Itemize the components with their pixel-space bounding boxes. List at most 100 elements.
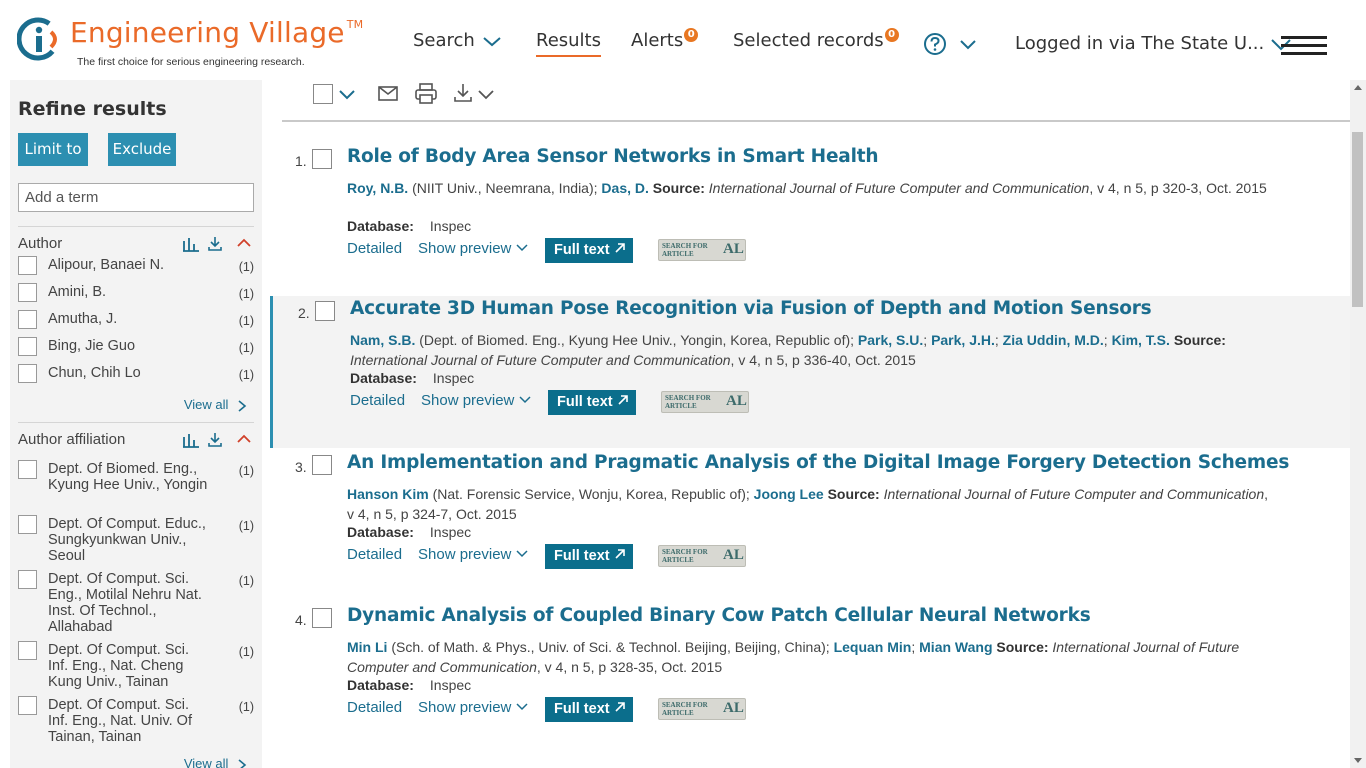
checkbox[interactable] bbox=[18, 310, 37, 329]
scroll-up-icon[interactable] bbox=[1354, 85, 1362, 90]
select-all-checkbox[interactable] bbox=[313, 84, 333, 104]
chevron-up-icon[interactable] bbox=[236, 236, 252, 250]
exclude-button[interactable]: Exclude bbox=[108, 133, 176, 166]
chevron-down-icon bbox=[516, 703, 528, 711]
author-view-all-link[interactable]: View all bbox=[184, 397, 248, 412]
email-icon[interactable] bbox=[377, 82, 399, 104]
chevron-down-icon bbox=[519, 396, 531, 404]
full-text-button[interactable]: Full text bbox=[545, 697, 633, 722]
checkbox[interactable] bbox=[18, 337, 37, 356]
checkbox[interactable] bbox=[18, 364, 37, 383]
journal-name: International Journal of Future Computer… bbox=[883, 486, 1265, 502]
nav-selected-records[interactable]: Selected records 0 bbox=[733, 28, 899, 51]
result-title-link[interactable]: Role of Body Area Sensor Networks in Sma… bbox=[347, 146, 879, 167]
nav-search[interactable]: Search bbox=[413, 30, 503, 51]
results-toolbar bbox=[282, 80, 1350, 122]
chevron-down-icon bbox=[516, 550, 528, 558]
chevron-down-icon bbox=[960, 40, 976, 50]
nav-alerts[interactable]: Alerts 0 bbox=[631, 28, 699, 51]
search-for-article-button[interactable]: SEARCH FOR ARTICLE AL bbox=[661, 391, 749, 413]
result-title-link[interactable]: Dynamic Analysis of Coupled Binary Cow P… bbox=[347, 605, 1091, 626]
result-citation: Roy, N.B. (NIIT Univ., Neemrana, India);… bbox=[347, 180, 1267, 196]
author-link[interactable]: Kim, T.S. bbox=[1112, 332, 1170, 348]
checkbox[interactable] bbox=[18, 570, 37, 589]
affiliation-view-all-link[interactable]: View all bbox=[184, 756, 248, 768]
login-menu[interactable]: Logged in via The State U... bbox=[1015, 33, 1292, 54]
download-icon[interactable] bbox=[207, 236, 223, 252]
checkbox[interactable] bbox=[18, 256, 37, 275]
chevron-down-icon[interactable] bbox=[477, 87, 495, 101]
result-checkbox[interactable] bbox=[315, 301, 335, 321]
full-text-button[interactable]: Full text bbox=[545, 238, 633, 263]
author-link[interactable]: Lequan Min bbox=[834, 639, 912, 655]
help-menu[interactable] bbox=[923, 32, 979, 56]
author-link[interactable]: Roy, N.B. bbox=[347, 180, 408, 196]
show-preview-toggle[interactable]: Show preview bbox=[421, 392, 531, 409]
author-link[interactable]: Nam, S.B. bbox=[350, 332, 415, 348]
search-for-article-button[interactable]: SEARCH FOR ARTICLE AL bbox=[658, 239, 746, 261]
chevron-right-icon bbox=[238, 758, 247, 768]
result-item: 1. Role of Body Area Sensor Networks in … bbox=[270, 144, 1350, 296]
author-link[interactable]: Min Li bbox=[347, 639, 387, 655]
result-title-link[interactable]: Accurate 3D Human Pose Recognition via F… bbox=[350, 298, 1152, 319]
author-link[interactable]: Zia Uddin, M.D. bbox=[1003, 332, 1104, 348]
result-database: Database: Inspec bbox=[347, 218, 472, 234]
detailed-link[interactable]: Detailed bbox=[350, 392, 405, 409]
bar-chart-icon[interactable] bbox=[182, 236, 200, 252]
result-item: 4. Dynamic Analysis of Coupled Binary Co… bbox=[270, 603, 1350, 755]
detailed-link[interactable]: Detailed bbox=[347, 546, 402, 563]
result-citation: Nam, S.B. (Dept. of Biomed. Eng., Kyung … bbox=[350, 332, 1226, 368]
author-link[interactable]: Park, S.U. bbox=[858, 332, 923, 348]
checkbox[interactable] bbox=[18, 696, 37, 715]
logo[interactable]: Engineering Village TM The first choice f… bbox=[17, 14, 363, 74]
download-icon[interactable] bbox=[207, 432, 223, 448]
search-for-article-button[interactable]: SEARCH FOR ARTICLE AL bbox=[658, 545, 746, 567]
result-citation: Hanson Kim (Nat. Forensic Service, Wonju… bbox=[347, 486, 1269, 522]
print-icon[interactable] bbox=[414, 82, 438, 106]
scroll-down-icon[interactable] bbox=[1354, 758, 1362, 763]
result-item: 3. An Implementation and Pragmatic Analy… bbox=[270, 450, 1350, 602]
search-for-article-button[interactable]: SEARCH FOR ARTICLE AL bbox=[658, 698, 746, 720]
show-preview-toggle[interactable]: Show preview bbox=[418, 546, 528, 563]
scroll-thumb[interactable] bbox=[1352, 132, 1363, 307]
journal-name: International Journal of Future Computer… bbox=[350, 352, 731, 368]
download-icon[interactable] bbox=[452, 82, 474, 104]
author-facet-header: Author bbox=[18, 226, 254, 256]
help-icon bbox=[924, 33, 946, 55]
checkbox[interactable] bbox=[18, 460, 37, 479]
show-preview-toggle[interactable]: Show preview bbox=[418, 699, 528, 716]
result-checkbox[interactable] bbox=[312, 149, 332, 169]
author-link[interactable]: Park, J.H. bbox=[931, 332, 995, 348]
author-link[interactable]: Joong Lee bbox=[754, 486, 824, 502]
checkbox[interactable] bbox=[18, 515, 37, 534]
show-preview-toggle[interactable]: Show preview bbox=[418, 240, 528, 257]
result-number: 2. bbox=[298, 305, 310, 321]
hamburger-menu-icon[interactable] bbox=[1281, 36, 1327, 56]
chevron-down-icon[interactable] bbox=[338, 87, 356, 101]
nav-results[interactable]: Results bbox=[536, 30, 601, 57]
detailed-link[interactable]: Detailed bbox=[347, 240, 402, 257]
detailed-link[interactable]: Detailed bbox=[347, 699, 402, 716]
add-term-input[interactable] bbox=[18, 183, 254, 212]
result-number: 3. bbox=[295, 459, 307, 475]
bar-chart-icon[interactable] bbox=[182, 432, 200, 448]
author-link[interactable]: Das, D. bbox=[601, 180, 648, 196]
checkbox[interactable] bbox=[18, 641, 37, 660]
checkbox[interactable] bbox=[18, 283, 37, 302]
active-underline bbox=[536, 55, 601, 57]
result-checkbox[interactable] bbox=[312, 455, 332, 475]
result-title-link[interactable]: An Implementation and Pragmatic Analysis… bbox=[347, 452, 1289, 473]
author-link[interactable]: Hanson Kim bbox=[347, 486, 429, 502]
result-actions: Detailed Show preview Full text SEARCH F… bbox=[350, 390, 770, 416]
result-actions: Detailed Show preview Full text SEARCH F… bbox=[347, 544, 767, 570]
external-link-icon bbox=[615, 549, 625, 559]
external-link-icon bbox=[615, 702, 625, 712]
result-checkbox[interactable] bbox=[312, 608, 332, 628]
chevron-down-icon bbox=[482, 37, 501, 47]
page-scrollbar[interactable] bbox=[1350, 80, 1366, 768]
chevron-up-icon[interactable] bbox=[236, 432, 252, 446]
author-link[interactable]: Mian Wang bbox=[919, 639, 992, 655]
limit-to-button[interactable]: Limit to bbox=[18, 133, 88, 166]
full-text-button[interactable]: Full text bbox=[545, 544, 633, 569]
full-text-button[interactable]: Full text bbox=[548, 390, 636, 415]
